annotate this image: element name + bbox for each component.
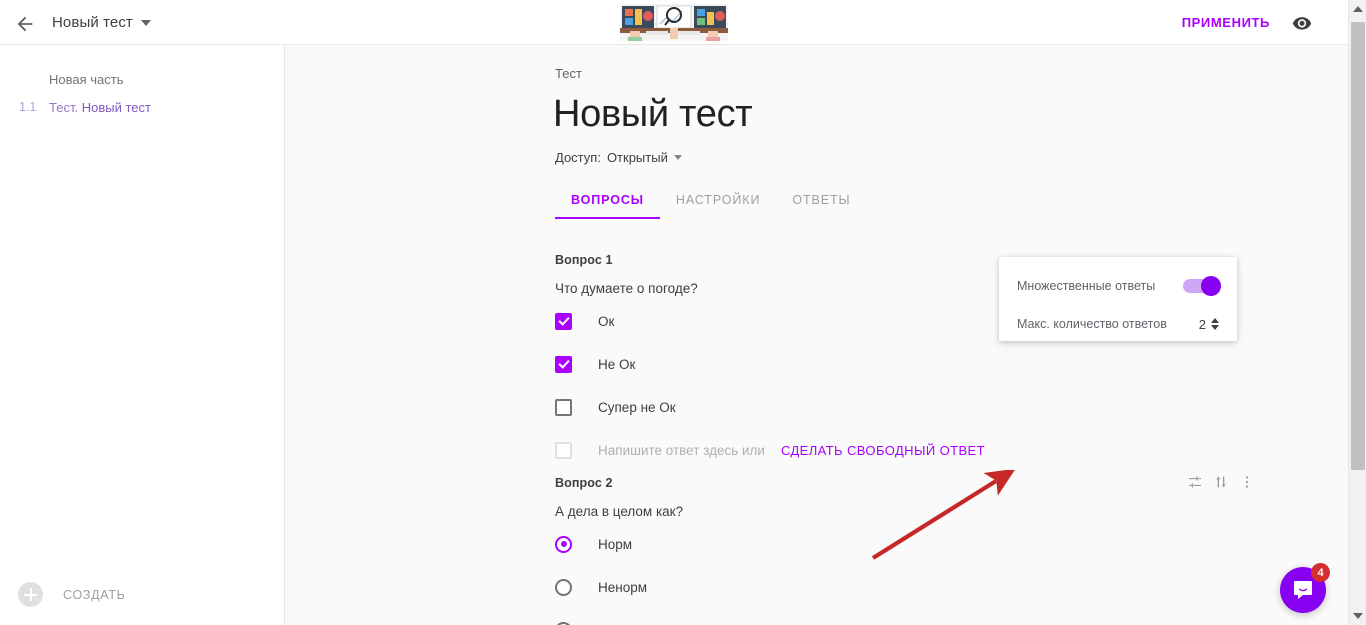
chevron-down-icon[interactable] (141, 20, 151, 26)
question-2-option-2[interactable]: Ненорм (555, 569, 1255, 605)
access-row: Доступ: Открытый (555, 150, 682, 165)
sidebar: Новая часть 1.1 Тест. Новый тест СОЗДАТЬ (0, 45, 285, 625)
question-2-option-1[interactable]: Норм (555, 526, 1255, 562)
question-settings-popup: Множественные ответы Макс. количество от… (999, 257, 1237, 341)
scroll-down-arrow-icon[interactable] (1353, 613, 1363, 619)
toggle-knob (1201, 276, 1221, 296)
create-button[interactable]: СОЗДАТЬ (18, 582, 126, 607)
plus-circle-icon (18, 582, 43, 607)
sidebar-item-number: 1.1 (19, 100, 37, 114)
page-kicker: Тест (555, 66, 582, 81)
access-label: Доступ: (555, 150, 601, 165)
more-vertical-icon[interactable] (1239, 474, 1255, 490)
scrollbar-thumb[interactable] (1351, 22, 1365, 470)
max-answers-value: 2 (1198, 316, 1206, 332)
intercom-chat-button[interactable]: 4 (1280, 563, 1330, 613)
question-1-free-answer-row[interactable]: Напишите ответ здесь или СДЕЛАТЬ СВОБОДН… (555, 432, 1255, 468)
sidebar-item-test[interactable]: 1.1 Тест. Новый тест (0, 96, 285, 118)
stepper-down-icon[interactable] (1211, 325, 1219, 330)
question-1-option-3[interactable]: Супер не Ок (555, 389, 1255, 425)
max-answers-stepper[interactable]: 2 (1199, 317, 1219, 332)
tab-bar: ВОПРОСЫ НАСТРОЙКИ ОТВЕТЫ (555, 187, 867, 219)
question-1-option-2[interactable]: Не Ок (555, 346, 1255, 382)
eye-icon[interactable] (1292, 13, 1312, 33)
radio-icon[interactable] (555, 535, 572, 553)
stepper-arrows-icon[interactable] (1211, 318, 1219, 330)
access-value[interactable]: Открытый (607, 150, 668, 165)
sidebar-part-label: Новая часть (49, 72, 124, 87)
main-content: Тест Новый тест Доступ: Открытый ВОПРОСЫ… (285, 45, 1348, 625)
option-label: Не Ок (598, 356, 636, 372)
page-title: Новый тест (553, 93, 753, 135)
option-label: Супер не Ок (598, 399, 676, 415)
chevron-down-icon[interactable] (673, 155, 682, 160)
multiple-answers-label: Множественные ответы (1017, 279, 1156, 293)
apply-button[interactable]: ПРИМЕНИТЬ (1182, 15, 1270, 30)
scroll-up-arrow-icon[interactable] (1353, 6, 1363, 12)
radio-icon[interactable] (555, 578, 572, 596)
app-root: Новый тест ПРИМЕНИТЬ Новая часть 1.1 Тес… (0, 0, 1366, 625)
multiple-answers-row: Множественные ответы (1017, 273, 1221, 299)
sidebar-item-name: Новый тест (81, 99, 151, 115)
stepper-up-icon[interactable] (1211, 318, 1219, 323)
checkbox-icon[interactable] (555, 312, 572, 330)
free-answer-placeholder: Напишите ответ здесь или (598, 442, 765, 458)
tab-settings[interactable]: НАСТРОЙКИ (660, 187, 776, 219)
option-label: Норм (598, 536, 633, 552)
option-label: Ок (598, 313, 615, 329)
topbar-title: Новый тест (52, 14, 133, 31)
create-button-label: СОЗДАТЬ (63, 587, 126, 602)
question-2-toolbar (1187, 474, 1255, 490)
question-2-text: А дела в целом как? (555, 504, 684, 519)
checkbox-icon[interactable] (555, 355, 572, 373)
max-answers-row: Макс. количество ответов 2 (1017, 311, 1219, 337)
sidebar-item-prefix: Тест. (49, 99, 79, 115)
tab-answers[interactable]: ОТВЕТЫ (776, 187, 866, 219)
radio-icon[interactable] (555, 621, 572, 625)
tune-sliders-icon[interactable] (1187, 474, 1203, 490)
page-scrollbar[interactable] (1348, 0, 1366, 625)
checkbox-icon[interactable] (555, 398, 572, 416)
question-2-heading: Вопрос 2 (555, 476, 613, 490)
top-bar: Новый тест ПРИМЕНИТЬ (0, 0, 1348, 45)
sort-arrows-icon[interactable] (1213, 474, 1229, 490)
make-free-answer-link[interactable]: СДЕЛАТЬ СВОБОДНЫЙ ОТВЕТ (781, 443, 985, 458)
checkbox-icon (555, 441, 572, 459)
max-answers-label: Макс. количество ответов (1017, 317, 1167, 331)
multiple-answers-toggle[interactable] (1183, 276, 1221, 296)
sidebar-item-label: Тест. Новый тест (49, 100, 151, 115)
question-2-option-3[interactable]: Супер ненорм (555, 612, 1255, 625)
option-label: Ненорм (598, 579, 648, 595)
question-block-2: Вопрос 2 А дела в целом как? Норм Ненорм (555, 476, 1255, 625)
tab-questions[interactable]: ВОПРОСЫ (555, 187, 660, 219)
header-banner-image (620, 4, 728, 41)
intercom-unread-badge: 4 (1311, 563, 1330, 582)
back-arrow-icon[interactable] (14, 13, 36, 35)
chat-bubble-icon (1294, 581, 1312, 599)
